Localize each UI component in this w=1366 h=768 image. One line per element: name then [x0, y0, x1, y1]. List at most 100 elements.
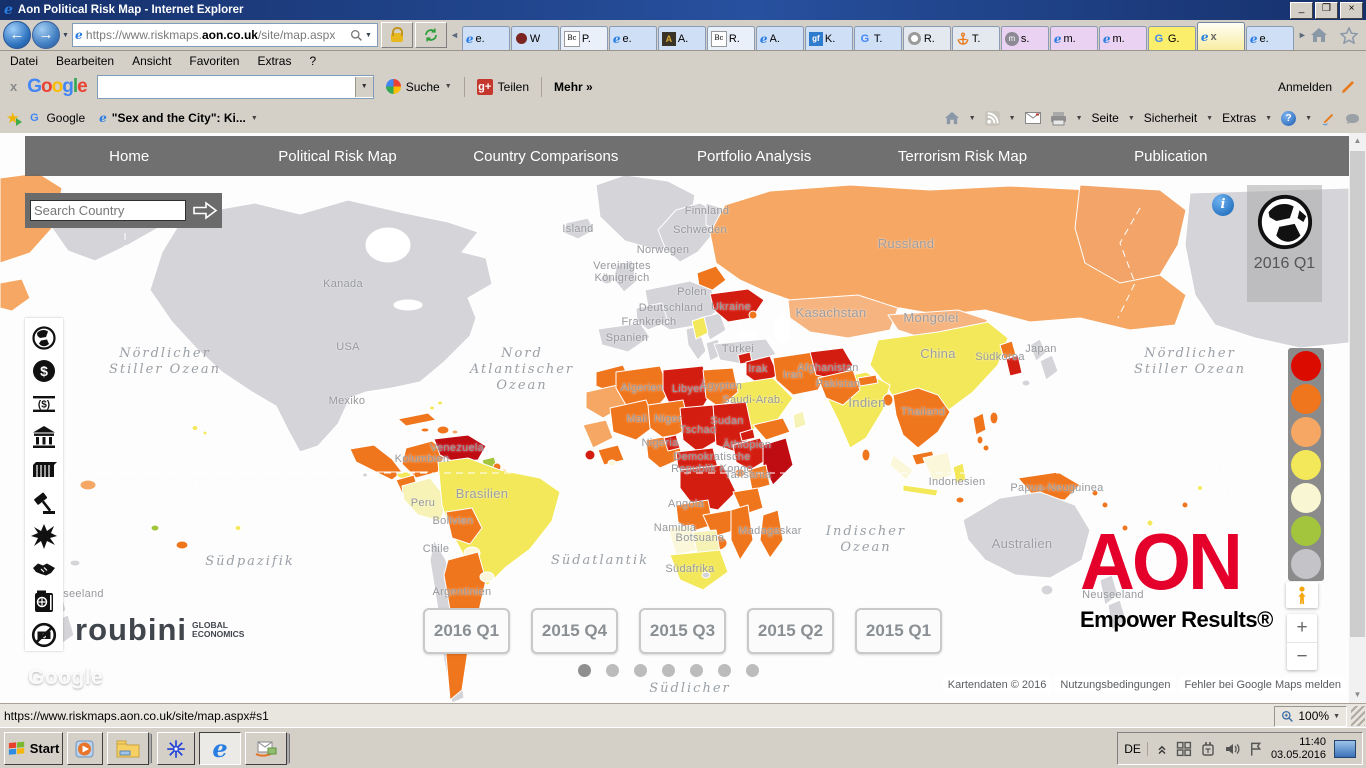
menu-datei[interactable]: Datei [10, 54, 38, 68]
favorite-sex-and-the-city[interactable]: e "Sex and the City": Ki...▼ [99, 111, 258, 125]
print-icon[interactable] [1050, 111, 1067, 126]
refresh-icon[interactable] [415, 22, 447, 48]
political-violence-burst-icon[interactable] [31, 523, 57, 549]
menu-extras[interactable]: Extras [257, 54, 291, 68]
nav-publication[interactable]: Publication [1067, 148, 1275, 165]
attribution-2[interactable]: Fehler bei Google Maps melden [1179, 677, 1346, 693]
address-field[interactable]: e https://www.riskmaps.aon.co.uk/site/ma… [72, 23, 378, 47]
extras-menu[interactable]: Extras [1222, 111, 1256, 125]
tab-13[interactable]: em. [1099, 26, 1147, 50]
pagination-dot-2[interactable] [634, 664, 647, 677]
google-mehr-button[interactable]: Mehr » [554, 80, 593, 94]
home-icon[interactable] [1310, 27, 1328, 43]
pen-icon[interactable] [1340, 79, 1356, 95]
tab-6[interactable]: eA. [756, 26, 804, 50]
tray-volume-icon[interactable] [1224, 741, 1240, 757]
tab-3[interactable]: ee. [609, 26, 657, 50]
pagination-dot-3[interactable] [662, 664, 675, 677]
language-indicator[interactable]: DE [1124, 742, 1148, 756]
zoom-in-button[interactable]: + [1287, 614, 1317, 643]
search-country-input[interactable] [30, 200, 186, 221]
google-search-box[interactable]: ▼ [97, 75, 374, 99]
pagination-dot-4[interactable] [690, 664, 703, 677]
nonpayment-restriction-icon[interactable]: $ [31, 622, 57, 648]
ink-note-icon[interactable] [1345, 112, 1360, 125]
pagination-dot-0[interactable] [578, 664, 591, 677]
tab-active[interactable]: ex [1197, 22, 1245, 50]
scroll-down-icon[interactable]: ▼ [1349, 687, 1366, 703]
google-teilen-button[interactable]: g+ Teilen [477, 79, 529, 95]
pagination-dot-6[interactable] [746, 664, 759, 677]
tab-1[interactable]: W [511, 26, 559, 50]
taskbar-explorer[interactable] [107, 732, 149, 765]
tab-4[interactable]: AA. [658, 26, 706, 50]
tray-flag-icon[interactable] [1248, 741, 1263, 757]
scroll-up-icon[interactable]: ▲ [1349, 133, 1366, 149]
taskbar-mail[interactable] [245, 732, 287, 765]
close-button[interactable]: × [1340, 2, 1363, 19]
history-dropdown-icon[interactable]: ▼ [62, 32, 69, 39]
info-icon[interactable]: i [1212, 194, 1234, 216]
google-suche-button[interactable]: Suche▼ [386, 79, 452, 94]
vault-safe-icon[interactable] [31, 589, 57, 615]
timeline-button-2015-Q1[interactable]: 2015 Q1 [855, 608, 942, 654]
menu-[interactable]: ? [309, 54, 316, 68]
tab-10[interactable]: T. [952, 26, 1000, 50]
nav-country-comparisons[interactable]: Country Comparisons [442, 148, 650, 165]
timeline-button-2015-Q2[interactable]: 2015 Q2 [747, 608, 834, 654]
tab-11[interactable]: ms. [1001, 26, 1049, 50]
page-scrollbar[interactable]: ▲ ▼ [1349, 133, 1366, 703]
political-interference-bank-icon[interactable] [31, 424, 57, 450]
taskbar-media-player[interactable] [67, 732, 103, 765]
scrollbar-thumb[interactable] [1350, 151, 1365, 637]
pagination-dot-1[interactable] [606, 664, 619, 677]
attribution-1[interactable]: Nutzungsbedingungen [1055, 677, 1175, 693]
maximize-button[interactable]: ❐ [1315, 2, 1338, 19]
browser-zoom-control[interactable]: 100%▼ [1274, 706, 1347, 727]
tray-expand-icon[interactable] [1156, 742, 1168, 756]
tab-0[interactable]: ee. [462, 26, 510, 50]
counterparty-handshake-icon[interactable] [31, 556, 57, 582]
sovereign-nonpayment-icon[interactable]: ($) [31, 391, 57, 417]
tab-2[interactable]: BcP. [560, 26, 608, 50]
clock[interactable]: 11:4003.05.2016 [1271, 736, 1326, 762]
period-globe-panel[interactable]: 2016 Q1 [1247, 185, 1322, 302]
nav-portfolio-analysis[interactable]: Portfolio Analysis [650, 148, 858, 165]
help-icon[interactable]: ? [1281, 111, 1296, 126]
search-go-arrow-button[interactable] [192, 201, 218, 220]
tab-16[interactable]: ee. [1246, 26, 1294, 50]
menu-ansicht[interactable]: Ansicht [132, 54, 171, 68]
menu-bearbeiten[interactable]: Bearbeiten [56, 54, 114, 68]
anmelden-link[interactable]: Anmelden [1278, 80, 1332, 94]
toolbar-close-icon[interactable]: x [10, 79, 17, 94]
timeline-button-2015-Q3[interactable]: 2015 Q3 [639, 608, 726, 654]
home-icon[interactable] [944, 111, 960, 125]
supply-chain-container-icon[interactable] [31, 457, 57, 483]
tab-scroll-right-icon[interactable]: ► [1298, 30, 1307, 40]
read-mail-icon[interactable] [1025, 112, 1041, 124]
show-desktop-button[interactable] [1334, 740, 1356, 758]
favorites-star-icon[interactable] [1340, 27, 1358, 44]
favorite-google[interactable]: G Google [27, 111, 85, 125]
google-search-dropdown-icon[interactable]: ▼ [355, 77, 373, 97]
security-lock-icon[interactable] [381, 22, 413, 48]
tab-scroll-left-icon[interactable]: ◄ [450, 30, 459, 40]
pen-tool-icon[interactable] [1321, 111, 1336, 126]
rss-feed-icon[interactable] [985, 111, 1000, 126]
back-button[interactable]: ← [3, 21, 31, 49]
timeline-button-2015-Q4[interactable]: 2015 Q4 [531, 608, 618, 654]
zoom-out-button[interactable]: − [1287, 643, 1317, 671]
street-view-pegman[interactable] [1286, 582, 1318, 608]
tray-power-plug-icon[interactable] [1200, 741, 1216, 757]
menu-favoriten[interactable]: Favoriten [189, 54, 239, 68]
legal-regulatory-gavel-icon[interactable] [31, 490, 57, 516]
nav-home[interactable]: Home [25, 148, 233, 165]
google-search-input[interactable] [98, 77, 355, 97]
tab-9[interactable]: R. [903, 26, 951, 50]
nav-political-risk-map[interactable]: Political Risk Map [233, 148, 441, 165]
tab-7[interactable]: gfK. [805, 26, 853, 50]
url-text[interactable]: https://www.riskmaps.aon.co.uk/site/map.… [86, 28, 350, 42]
forward-button[interactable]: → [32, 21, 60, 49]
address-dropdown-icon[interactable]: ▼ [365, 32, 372, 39]
tab-14[interactable]: GG. [1148, 26, 1196, 50]
